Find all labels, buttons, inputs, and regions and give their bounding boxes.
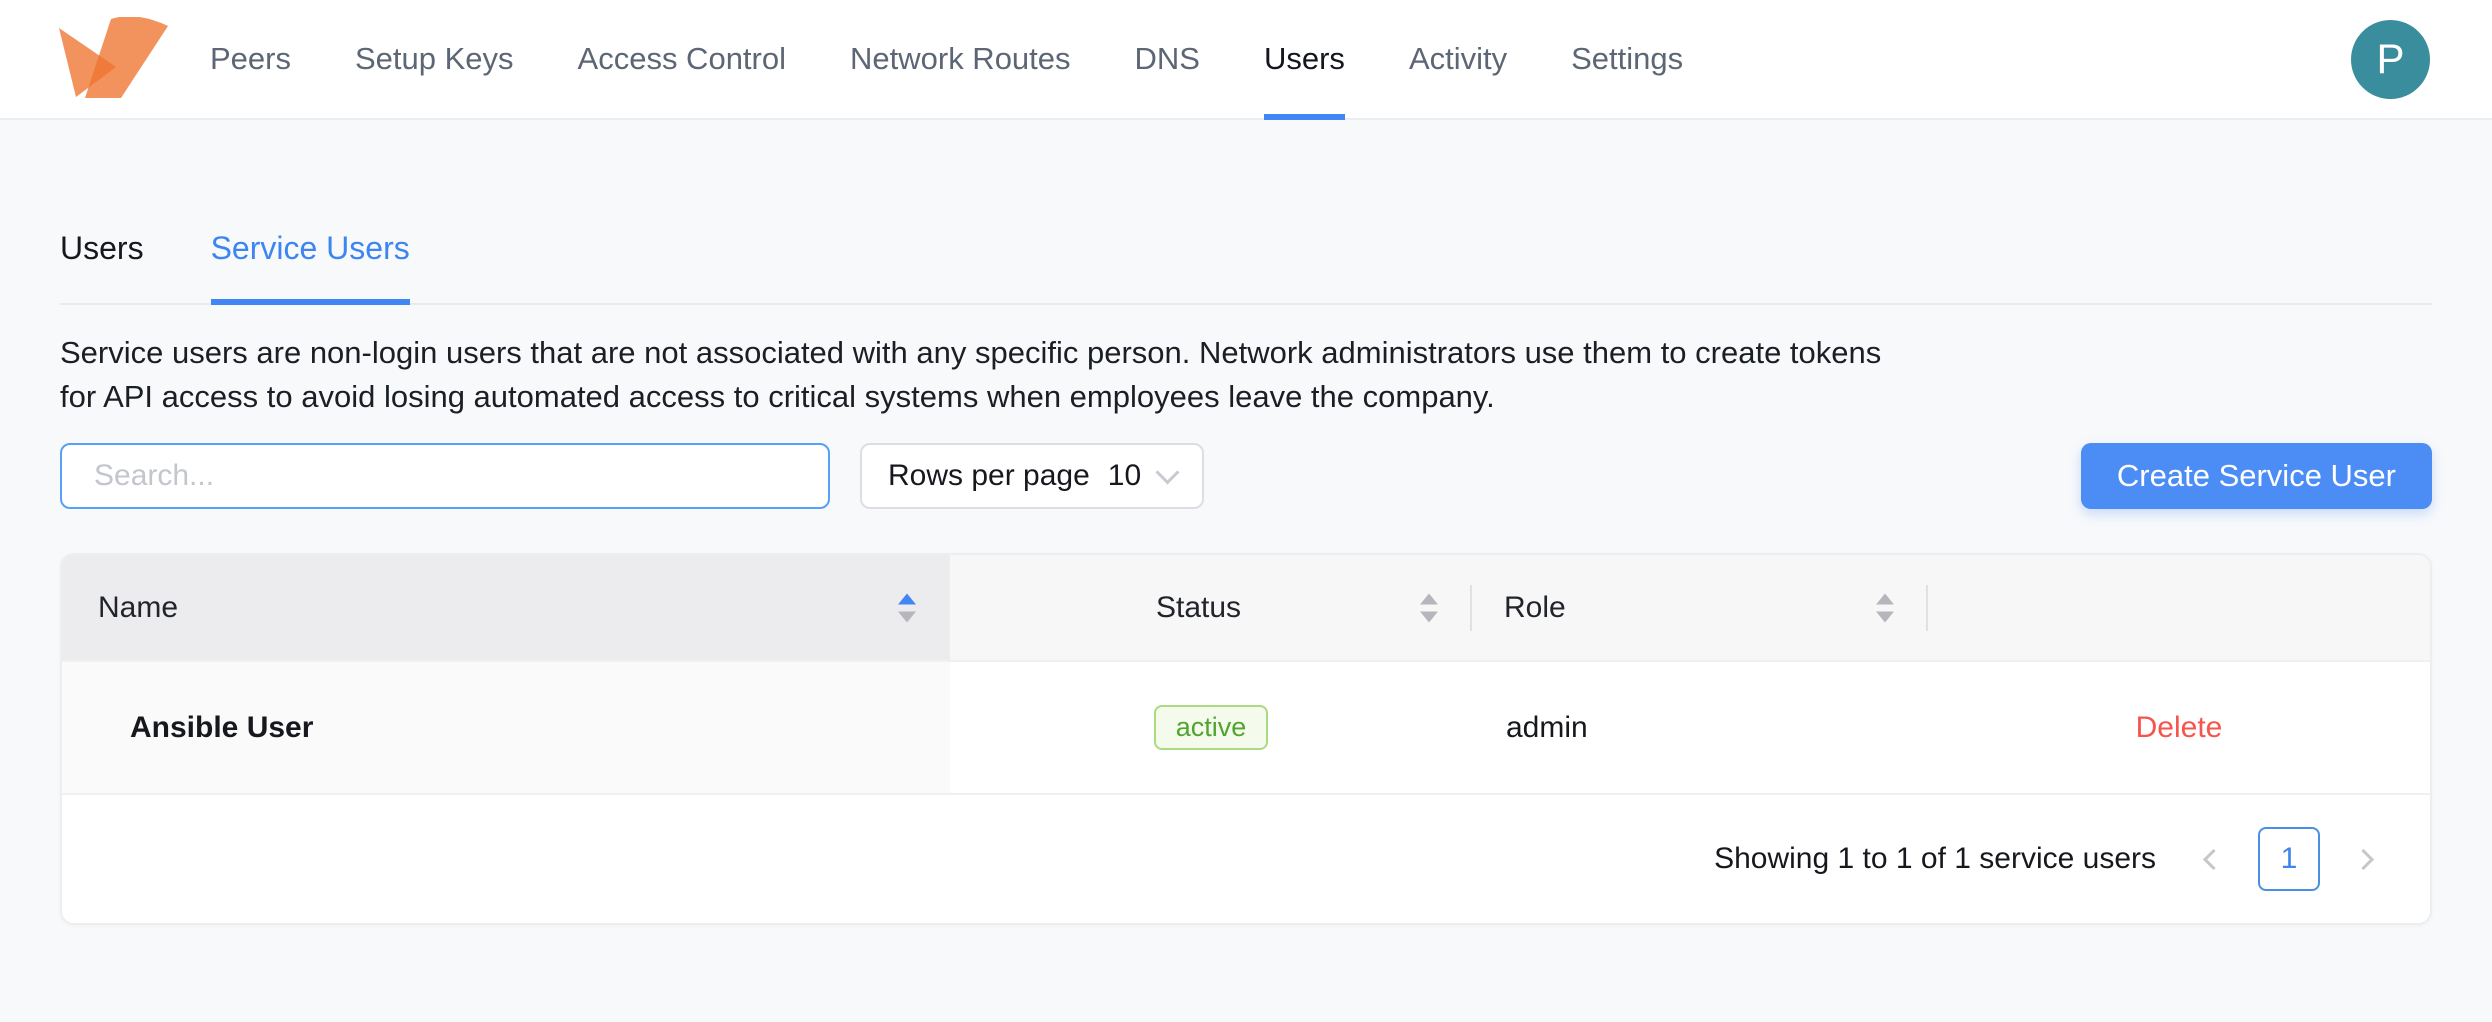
description-line-2: for API access to avoid losing automated… [60,375,2432,419]
tab-users[interactable]: Users [60,230,144,303]
create-service-user-button[interactable]: Create Service User [2081,443,2432,509]
sort-carets-icon[interactable] [1876,593,1894,622]
table-header-row: Name Status Role [62,555,2430,660]
nav-item-setup-keys[interactable]: Setup Keys [355,0,514,118]
user-avatar[interactable]: P [2351,20,2430,99]
netbird-logo-icon[interactable] [58,17,170,101]
sort-asc-icon [1876,593,1894,604]
cell-status: active [950,662,1472,793]
rows-per-page-value: 10 [1108,459,1141,493]
column-header-role[interactable]: Role [1472,555,1928,660]
sort-carets-icon[interactable] [1420,593,1438,622]
service-users-description: Service users are non-login users that a… [60,331,2432,419]
nav-links: Peers Setup Keys Access Control Network … [210,0,1683,118]
chevron-left-icon[interactable] [2202,849,2222,869]
column-header-actions [1928,555,2430,660]
nav-item-activity[interactable]: Activity [1409,0,1507,118]
column-header-role-label: Role [1504,591,1566,625]
nav-item-peers[interactable]: Peers [210,0,291,118]
column-header-status[interactable]: Status [950,555,1472,660]
column-header-status-label: Status [1156,591,1241,625]
cell-role: admin [1472,662,1928,793]
nav-item-dns[interactable]: DNS [1135,0,1200,118]
cell-actions: Delete [1928,662,2430,793]
tab-service-users[interactable]: Service Users [211,230,410,303]
cell-name: Ansible User [62,662,950,793]
sort-desc-icon [1876,611,1894,622]
nav-item-network-routes[interactable]: Network Routes [850,0,1071,118]
main-content: Users Service Users Service users are no… [0,120,2492,925]
rows-per-page-label: Rows per page [888,459,1090,493]
table-controls: Rows per page 10 Create Service User [60,443,2432,509]
users-tabs: Users Service Users [60,230,2432,305]
chevron-right-icon[interactable] [2356,849,2376,869]
description-line-1: Service users are non-login users that a… [60,331,2432,375]
service-users-table: Name Status Role [60,553,2432,925]
status-badge: active [1154,705,1269,750]
page-number-button[interactable]: 1 [2258,827,2320,891]
nav-item-users[interactable]: Users [1264,0,1345,118]
column-header-name[interactable]: Name [62,555,950,660]
top-navbar: Peers Setup Keys Access Control Network … [0,0,2492,120]
sort-asc-icon [898,593,916,604]
table-row: Ansible User active admin Delete [62,660,2430,793]
sort-asc-icon [1420,593,1438,604]
sort-carets-icon[interactable] [898,593,916,622]
table-footer: Showing 1 to 1 of 1 service users 1 [62,793,2430,923]
delete-button[interactable]: Delete [2136,711,2223,745]
sort-desc-icon [898,611,916,622]
nav-item-access-control[interactable]: Access Control [578,0,786,118]
column-header-name-label: Name [98,591,178,625]
results-summary: Showing 1 to 1 of 1 service users [1714,842,2156,876]
nav-item-settings[interactable]: Settings [1571,0,1683,118]
chevron-down-icon [1156,460,1180,484]
search-input[interactable] [60,443,830,509]
sort-desc-icon [1420,611,1438,622]
rows-per-page-select[interactable]: Rows per page 10 [860,443,1204,509]
